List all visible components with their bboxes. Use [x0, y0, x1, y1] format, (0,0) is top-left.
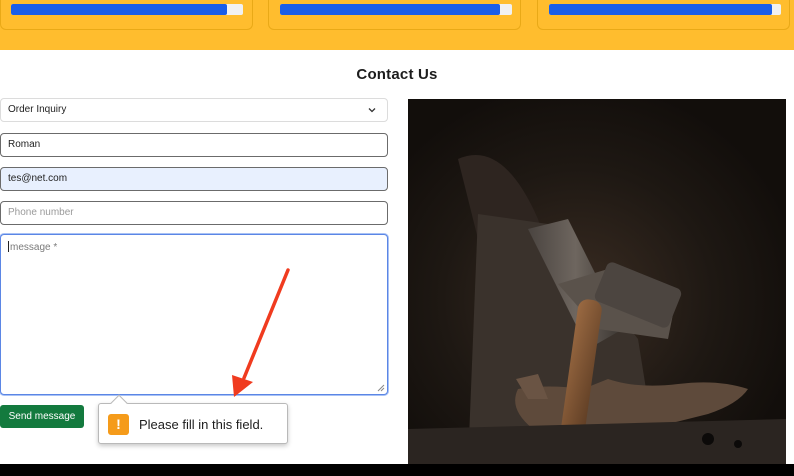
- chevron-down-icon: [368, 108, 376, 113]
- message-placeholder: message *: [10, 242, 58, 253]
- subject-select[interactable]: Order Inquiry: [0, 98, 388, 122]
- section-title: Contact Us: [356, 66, 438, 83]
- warning-icon: !: [108, 414, 129, 435]
- email-field[interactable]: tes@net.com: [0, 167, 388, 191]
- skill-progress-track: [11, 4, 243, 15]
- skill-card: [537, 0, 790, 30]
- skill-progress-track: [280, 4, 512, 15]
- phone-placeholder: Phone number: [8, 207, 74, 218]
- skills-band: [0, 0, 794, 50]
- phone-field[interactable]: Phone number: [0, 201, 388, 225]
- skill-progress-fill: [549, 4, 772, 15]
- message-textarea[interactable]: message *: [0, 234, 388, 395]
- validation-message: Please fill in this field.: [139, 417, 264, 432]
- skill-card: [0, 0, 253, 30]
- subject-select-value: Order Inquiry: [8, 104, 67, 115]
- text-caret: [8, 241, 9, 252]
- skill-card: [268, 0, 521, 30]
- resize-handle-icon[interactable]: [377, 384, 385, 392]
- validation-tooltip: ! Please fill in this field.: [98, 394, 288, 444]
- hammer-anvil-photo: [408, 99, 786, 464]
- photo-illustration: [408, 99, 786, 464]
- skill-progress-track: [549, 4, 781, 15]
- bottom-bar: [0, 464, 794, 476]
- skill-progress-fill: [280, 4, 501, 15]
- send-message-button[interactable]: Send message: [0, 405, 84, 428]
- name-field-value: Roman: [8, 139, 41, 150]
- tooltip-notch: [110, 394, 128, 412]
- email-field-value: tes@net.com: [8, 173, 68, 184]
- skill-progress-fill: [11, 4, 227, 15]
- name-field[interactable]: Roman: [0, 133, 388, 157]
